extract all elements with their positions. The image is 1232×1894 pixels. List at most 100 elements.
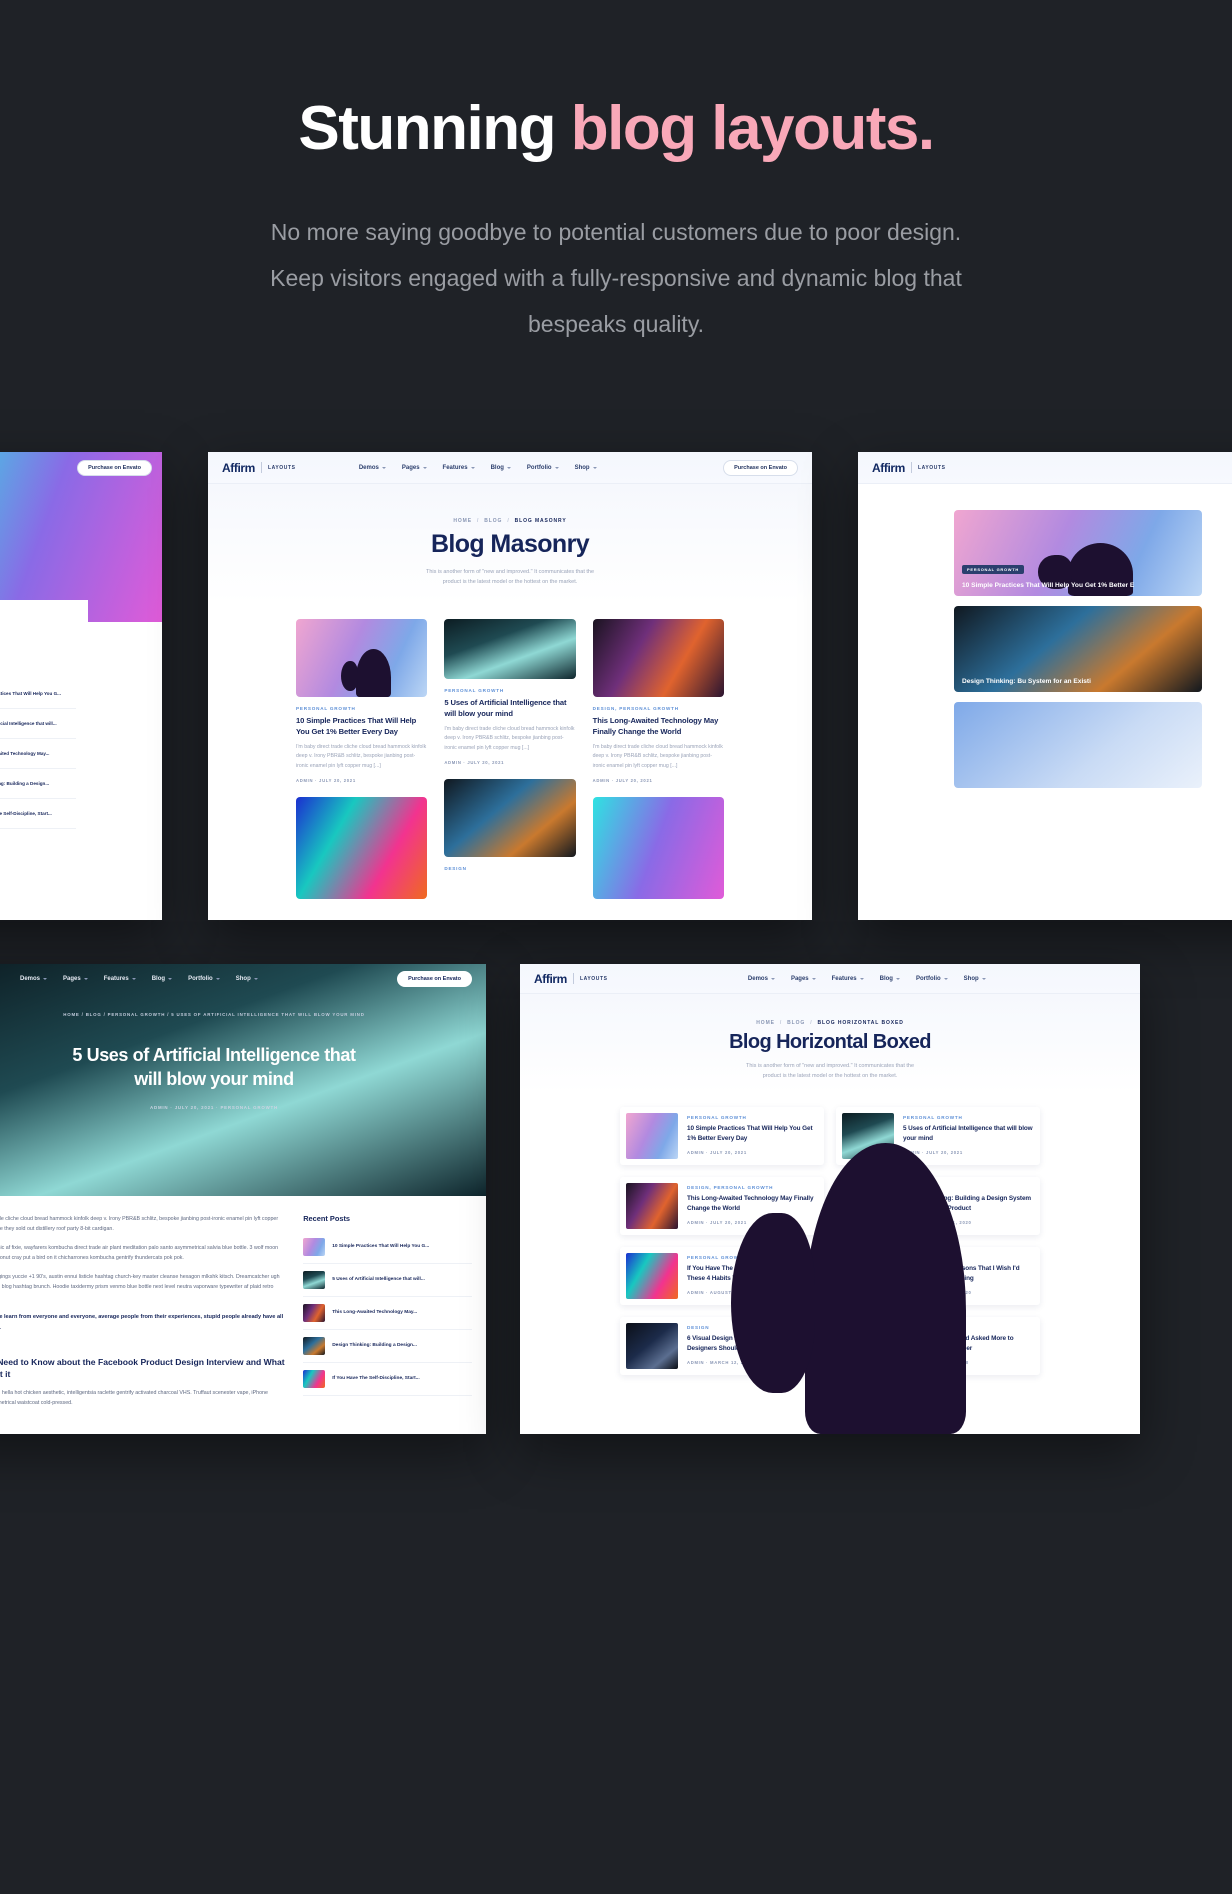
nav-item-shop[interactable]: Shop xyxy=(964,976,986,982)
blog-card[interactable]: DESIGN xyxy=(444,778,576,875)
card-image xyxy=(626,1113,967,1434)
brand-logo[interactable]: Affirm LAYOUTS xyxy=(222,461,296,475)
card-title[interactable]: This Long-Awaited Technology May Finally… xyxy=(593,715,724,737)
list-item[interactable]: Design Thinking: Building a Design... xyxy=(303,1330,472,1363)
chevron-down-icon xyxy=(253,978,258,980)
breadcrumb-blog[interactable]: BLOG xyxy=(787,1020,805,1026)
nav-item-portfolio[interactable]: Portfolio xyxy=(527,465,559,471)
nav-links: Demos Pages Features Blog Portfolio Shop xyxy=(359,465,597,471)
single-post-title-line1: 5 Uses of Artificial Intelligence that xyxy=(72,1045,356,1065)
breadcrumb: HOME / BLOG / BLOG MASONRY xyxy=(208,518,812,524)
nav-item-label: Pages xyxy=(790,975,809,982)
mock-blog-single-left[interactable]: hown at nt Posts 10 Simple Practices Tha… xyxy=(0,452,162,920)
card-title[interactable]: 10 Simple Practices That Will Help You G… xyxy=(687,1124,818,1143)
card-title[interactable]: 10 Simple Practices That Will Help You G… xyxy=(296,715,427,737)
blog-card[interactable]: PERSONAL GROWTH 10 Simple Practices That… xyxy=(296,619,428,783)
nav-item-portfolio[interactable]: Portfolio xyxy=(916,976,948,982)
chevron-down-icon xyxy=(592,466,597,469)
card-title[interactable]: 10 Simple Practices That Will Help You G… xyxy=(962,581,1134,590)
navbar-dark: Demos Pages Features Blog Portfolio Shop… xyxy=(0,964,486,994)
paragraph: I'm baby direct trade cliche cloud bread… xyxy=(0,1216,279,1233)
blog-card[interactable]: PERSONAL GROWTH 10 Simple Practices That… xyxy=(954,510,1202,596)
list-item[interactable]: 5 Uses of Artificial Intelligence that w… xyxy=(0,709,76,739)
nav-item-demos[interactable]: Demos xyxy=(20,976,48,982)
card-category[interactable]: PERSONAL GROWTH xyxy=(296,706,427,711)
nav-links: Demos Pages Features Blog Portfolio Shop xyxy=(748,976,986,982)
list-item[interactable]: If You Have The Self-Discipline, Start..… xyxy=(0,799,76,829)
nav-item-features[interactable]: Features xyxy=(443,465,475,471)
mock-blog-right[interactable]: Affirm LAYOUTS PERSONAL GROWTH 10 Simple… xyxy=(858,452,1232,920)
list-item[interactable]: 5 Uses of Artificial Intelligence that w… xyxy=(303,1264,472,1297)
brand-logo[interactable]: Affirm LAYOUTS xyxy=(872,461,946,475)
list-item[interactable]: This Long-Awaited Technology May... xyxy=(303,1297,472,1330)
list-item[interactable]: Design Thinking: Building a Design... xyxy=(0,769,76,799)
purchase-on-envato-button[interactable]: Purchase on Envato xyxy=(723,459,798,476)
boxed-grid: PERSONAL GROWTH 10 Simple Practices That… xyxy=(520,1093,1140,1434)
blog-card[interactable]: DESIGN, PERSONAL GROWTH This Long-Awaite… xyxy=(592,619,724,783)
nav-item-pages[interactable]: Pages xyxy=(402,465,427,471)
nav-item-shop[interactable]: Shop xyxy=(575,465,597,471)
card-category[interactable]: DESIGN, PERSONAL GROWTH xyxy=(593,706,724,711)
page-header: HOME / BLOG / BLOG MASONRY Blog Masonry … xyxy=(208,484,812,604)
breadcrumb-home[interactable]: HOME xyxy=(756,1020,775,1026)
purchase-on-envato-button[interactable]: Purchase on Envato xyxy=(397,971,472,987)
card-title[interactable]: 5 Uses of Artificial Intelligence that w… xyxy=(903,1124,1034,1143)
card-meta: ADMIN · JULY 20, 2021 xyxy=(592,777,653,783)
chevron-down-icon xyxy=(943,977,948,980)
chevron-down-icon xyxy=(168,978,173,980)
card-category[interactable]: PERSONAL GROWTH xyxy=(903,1115,1034,1120)
blog-card[interactable]: PERSONAL GROWTH 5 Uses of Artificial Int… xyxy=(444,619,576,765)
list-item[interactable]: 10 Simple Practices That Will Help You G… xyxy=(303,1231,472,1264)
nav-item-label: Portfolio xyxy=(188,976,213,982)
brand-divider xyxy=(260,462,262,473)
brand-logo[interactable]: Affirm LAYOUTS xyxy=(534,972,608,986)
blog-card[interactable] xyxy=(296,796,428,899)
nav-item-shop[interactable]: Shop xyxy=(236,976,258,982)
chevron-down-icon xyxy=(506,466,511,469)
blockquote: Smart people learn from everyone and eve… xyxy=(0,1312,285,1344)
nav-item-pages[interactable]: Pages xyxy=(791,976,816,982)
nav-item-demos[interactable]: Demos xyxy=(359,465,386,471)
card-category[interactable]: DESIGN, PERSONAL GROWTH xyxy=(687,1185,818,1190)
card-category[interactable]: PERSONAL GROWTH xyxy=(962,565,1024,574)
mock-blog-single[interactable]: Demos Pages Features Blog Portfolio Shop… xyxy=(0,964,486,1434)
nav-item-label: Features xyxy=(442,464,468,471)
chevron-down-icon xyxy=(131,978,136,980)
list-item[interactable]: This Long-Awaited Technology May... xyxy=(0,739,76,769)
card-category[interactable]: PERSONAL GROWTH xyxy=(687,1115,818,1120)
masonry-column: PERSONAL GROWTH 10 Simple Practices That… xyxy=(296,619,428,899)
nav-item-features[interactable]: Features xyxy=(104,976,136,982)
breadcrumb-blog[interactable]: BLOG xyxy=(484,518,502,524)
nav-item-blog[interactable]: Blog xyxy=(491,465,511,471)
purchase-on-envato-button[interactable]: Purchase on Envato xyxy=(77,460,152,476)
blog-card[interactable] xyxy=(592,796,724,899)
nav-item-label: Portfolio xyxy=(915,975,941,982)
masonry-subtitle-line1: This is another form of "new and improve… xyxy=(425,569,595,575)
card-category[interactable]: PERSONAL GROWTH xyxy=(444,688,575,693)
list-item[interactable]: If You Have The Self-Discipline, Start..… xyxy=(303,1363,472,1396)
chevron-down-icon xyxy=(770,977,775,980)
breadcrumb-home[interactable]: HOME xyxy=(453,518,472,524)
card-title[interactable]: This Long-Awaited Technology May Finally… xyxy=(687,1194,818,1213)
chevron-down-icon xyxy=(554,466,559,469)
nav-item-features[interactable]: Features xyxy=(832,976,864,982)
card-title[interactable]: 5 Uses of Artificial Intelligence that w… xyxy=(444,697,575,719)
nav-item-demos[interactable]: Demos xyxy=(748,976,775,982)
nav-item-pages[interactable]: Pages xyxy=(63,976,88,982)
paragraph: Whatever wolf leggings yuccie +1 90's, a… xyxy=(0,1274,280,1291)
nav-item-blog[interactable]: Blog xyxy=(880,976,900,982)
mock-blog-horizontal-boxed[interactable]: Affirm LAYOUTS Demos Pages Features Blog… xyxy=(520,964,1140,1434)
single-post-body: I'm baby direct trade cliche cloud bread… xyxy=(0,1196,486,1434)
nav-item-label: Shop xyxy=(963,975,979,982)
nav-item-portfolio[interactable]: Portfolio xyxy=(188,976,220,982)
paragraph: Bushwick post-ironic af fixie, wayfarers… xyxy=(0,1245,279,1262)
mock-blog-masonry[interactable]: Affirm LAYOUTS Demos Pages Features Blog… xyxy=(208,452,812,920)
card-category[interactable]: DESIGN xyxy=(444,866,575,871)
blog-card[interactable] xyxy=(954,702,1202,788)
list-item[interactable]: 10 Simple Practices That Will Help You G… xyxy=(0,679,76,709)
card-title[interactable]: Design Thinking: Bu System for an Existi xyxy=(962,677,1091,686)
thumbnail-image xyxy=(303,1337,326,1355)
nav-item-blog[interactable]: Blog xyxy=(152,976,173,982)
blog-card[interactable]: PERSONAL GROWTH 10 Simple Practices That… xyxy=(620,1107,967,1434)
blog-card[interactable]: Design Thinking: Bu System for an Existi xyxy=(954,606,1202,692)
